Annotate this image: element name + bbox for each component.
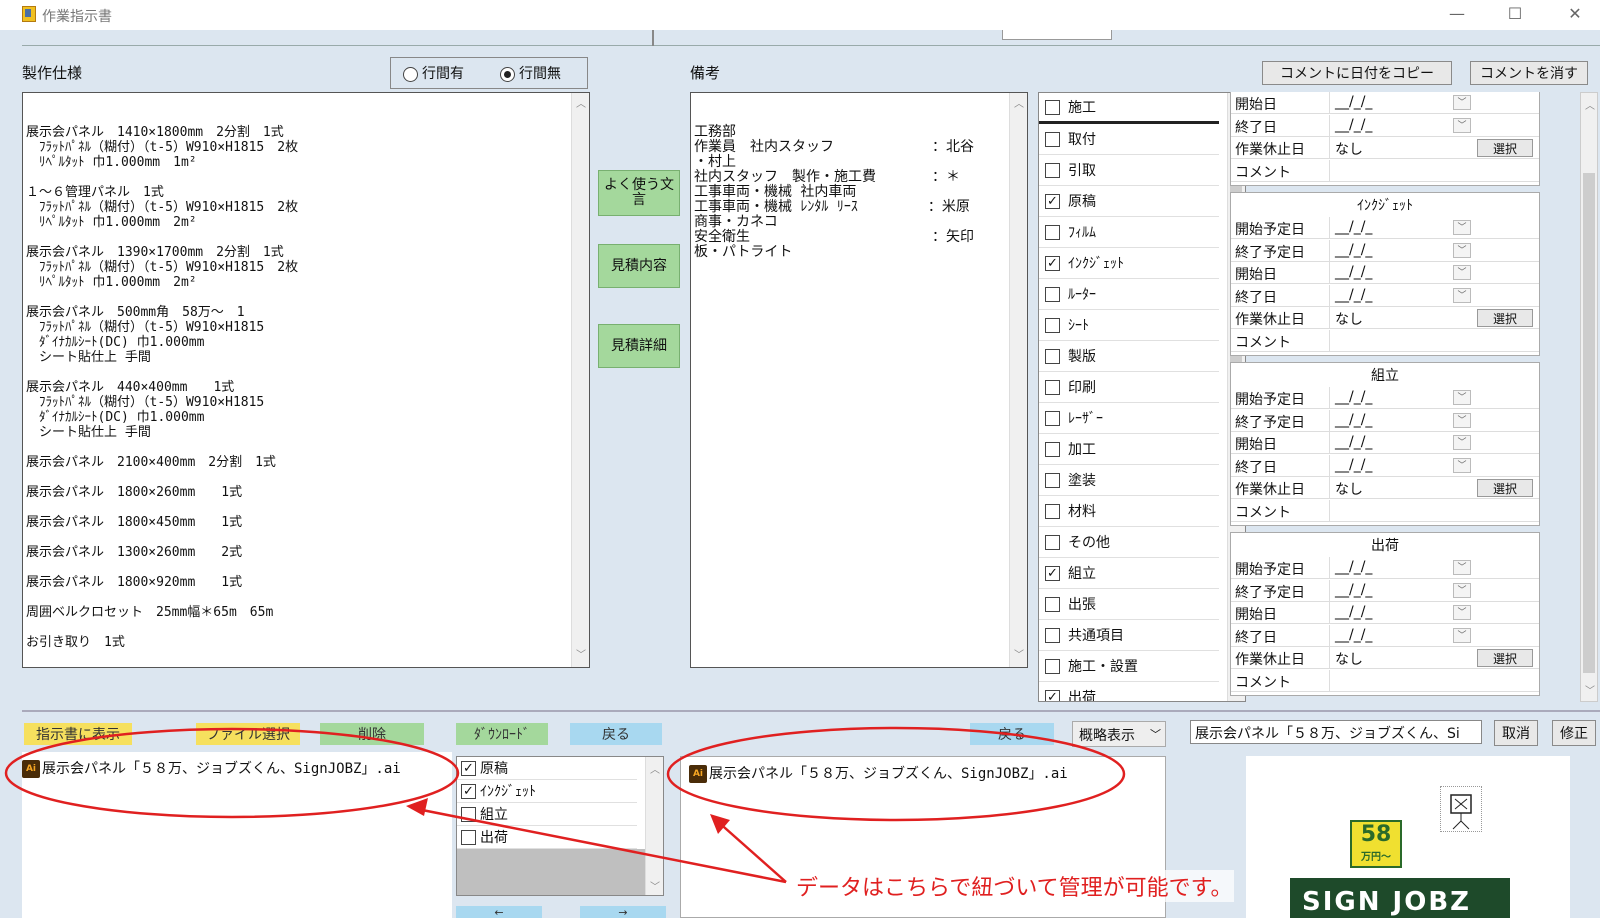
- annotation-overlay: [4, 726, 1126, 884]
- arrow-line-left: [411, 806, 787, 884]
- highlight-ellipse-left: [4, 727, 460, 819]
- arrow-line-right: [715, 819, 787, 883]
- highlight-ellipse-right: [666, 726, 1126, 822]
- annotation-text: データはこちらで紐づいて管理が可能です。: [794, 870, 1235, 902]
